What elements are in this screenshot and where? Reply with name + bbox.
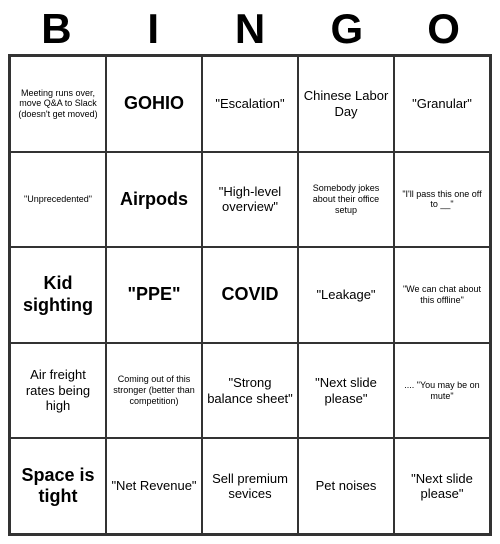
bingo-cell: "Unprecedented": [10, 152, 106, 248]
bingo-cell: Somebody jokes about their office setup: [298, 152, 394, 248]
bingo-cell: "Next slide please": [298, 343, 394, 439]
bingo-cell: "High-level overview": [202, 152, 298, 248]
bingo-cell: Airpods: [106, 152, 202, 248]
bingo-cell: Chinese Labor Day: [298, 56, 394, 152]
bingo-cell: "We can chat about this offline": [394, 247, 490, 343]
bingo-cell: "I'll pass this one off to __": [394, 152, 490, 248]
bingo-cell: Sell premium sevices: [202, 438, 298, 534]
bingo-cell: Kid sighting: [10, 247, 106, 343]
bingo-cell: "Net Revenue": [106, 438, 202, 534]
bingo-cell: "PPE": [106, 247, 202, 343]
bingo-letter: O: [395, 8, 492, 50]
bingo-grid: Meeting runs over, move Q&A to Slack (do…: [8, 54, 492, 536]
bingo-cell: Meeting runs over, move Q&A to Slack (do…: [10, 56, 106, 152]
bingo-cell: Coming out of this stronger (better than…: [106, 343, 202, 439]
bingo-letter: N: [202, 8, 299, 50]
bingo-cell: "Next slide please": [394, 438, 490, 534]
bingo-cell: "Strong balance sheet": [202, 343, 298, 439]
bingo-title-row: BINGO: [8, 8, 492, 50]
bingo-cell: "Leakage": [298, 247, 394, 343]
bingo-letter: B: [8, 8, 105, 50]
bingo-cell: Space is tight: [10, 438, 106, 534]
bingo-letter: G: [298, 8, 395, 50]
bingo-cell: Air freight rates being high: [10, 343, 106, 439]
bingo-cell: .... "You may be on mute": [394, 343, 490, 439]
bingo-cell: GOHIO: [106, 56, 202, 152]
bingo-letter: I: [105, 8, 202, 50]
bingo-cell: "Escalation": [202, 56, 298, 152]
bingo-cell: Pet noises: [298, 438, 394, 534]
bingo-cell: COVID: [202, 247, 298, 343]
bingo-cell: "Granular": [394, 56, 490, 152]
